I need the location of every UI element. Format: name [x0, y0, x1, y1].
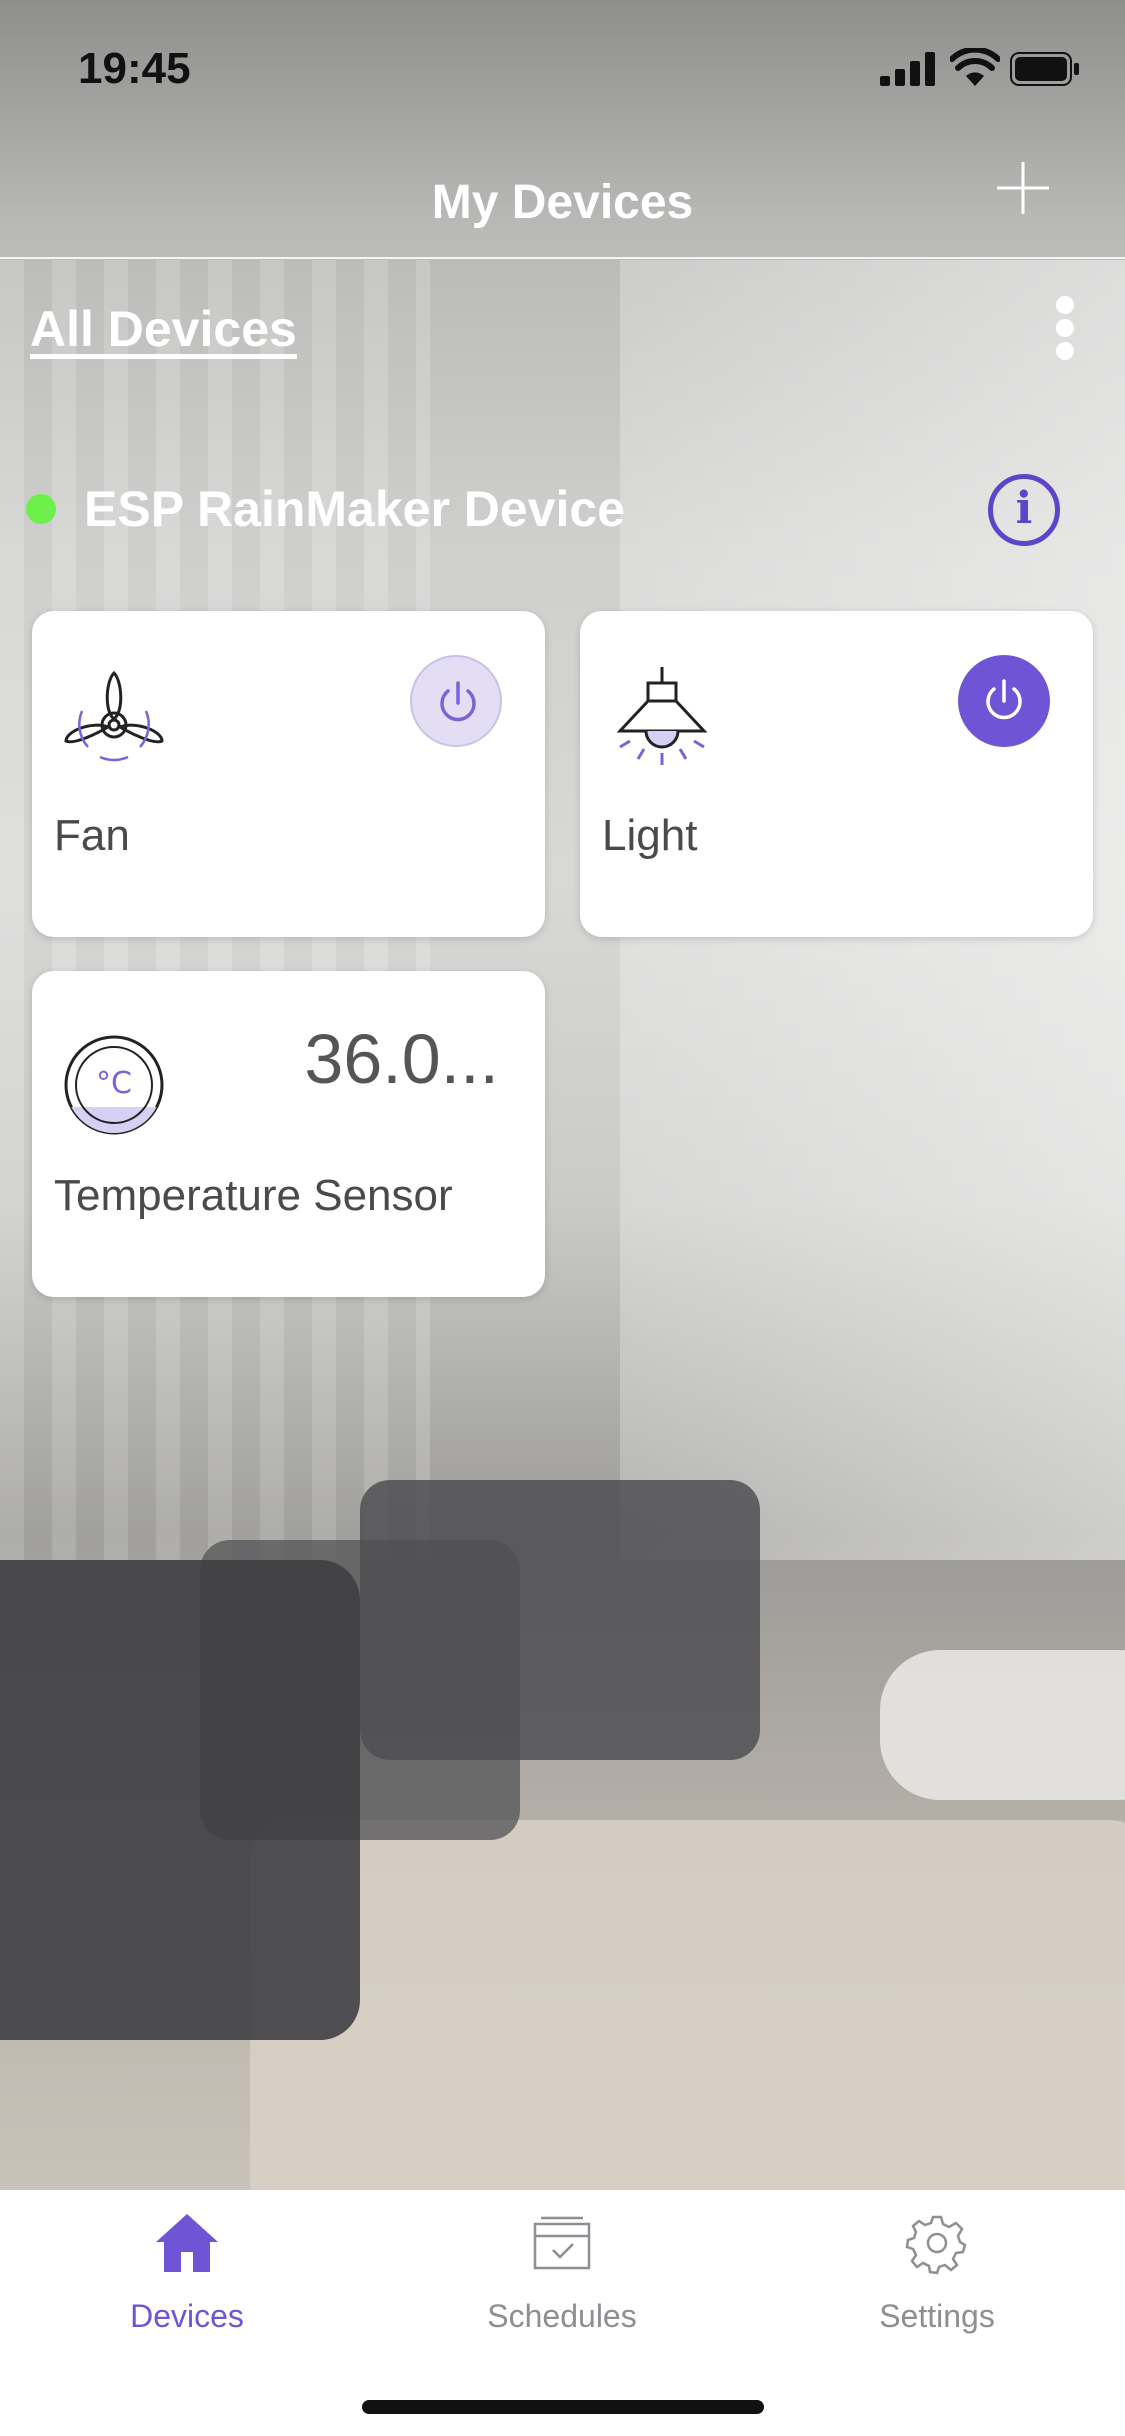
fan-icon — [64, 670, 164, 762]
tab-label: Devices — [130, 2298, 244, 2334]
status-bar: 19:45 — [0, 0, 1125, 135]
online-status-indicator — [26, 494, 56, 524]
battery-icon — [1010, 52, 1079, 86]
more-vertical-icon[interactable] — [1050, 296, 1080, 360]
light-power-button[interactable] — [958, 655, 1050, 747]
tab-label: Schedules — [487, 2298, 637, 2334]
device-card-fan[interactable]: Fan — [32, 611, 545, 937]
tab-label: Settings — [879, 2298, 995, 2334]
tab-schedules[interactable]: Schedules — [412, 2210, 712, 2380]
power-icon — [986, 679, 1022, 720]
status-time: 19:45 — [78, 44, 191, 93]
schedule-icon — [533, 2216, 591, 2270]
device-card-temperature-sensor[interactable]: °C 36.0... Temperature Sensor — [32, 971, 545, 1297]
gear-icon — [905, 2215, 967, 2275]
home-icon — [156, 2214, 218, 2272]
device-card-light[interactable]: Light — [580, 611, 1093, 937]
light-icon — [616, 667, 708, 765]
power-icon — [440, 681, 476, 722]
device-name: Temperature Sensor — [54, 1171, 453, 1220]
page-title: My Devices — [431, 176, 694, 229]
cellular-signal-icon — [880, 52, 935, 86]
wifi-icon — [950, 48, 1000, 86]
svg-text:°C: °C — [96, 1066, 132, 1101]
fan-power-button[interactable] — [410, 655, 502, 747]
device-name: Light — [602, 811, 698, 860]
device-group-name: ESP RainMaker Device — [84, 481, 626, 537]
device-name: Fan — [54, 811, 130, 860]
tab-settings[interactable]: Settings — [787, 2210, 1087, 2380]
info-icon[interactable]: i — [988, 474, 1060, 546]
device-group-header: ESP RainMaker Device i — [20, 470, 1110, 550]
plus-icon[interactable] — [995, 160, 1051, 216]
temperature-value: 36.0... — [304, 1020, 499, 1098]
thermometer-icon: °C — [64, 1035, 164, 1135]
home-indicator — [362, 2400, 764, 2414]
all-devices-filter[interactable]: All Devices — [30, 300, 297, 358]
tab-devices[interactable]: Devices — [37, 2210, 337, 2380]
navigation-bar: My Devices — [0, 135, 1125, 259]
